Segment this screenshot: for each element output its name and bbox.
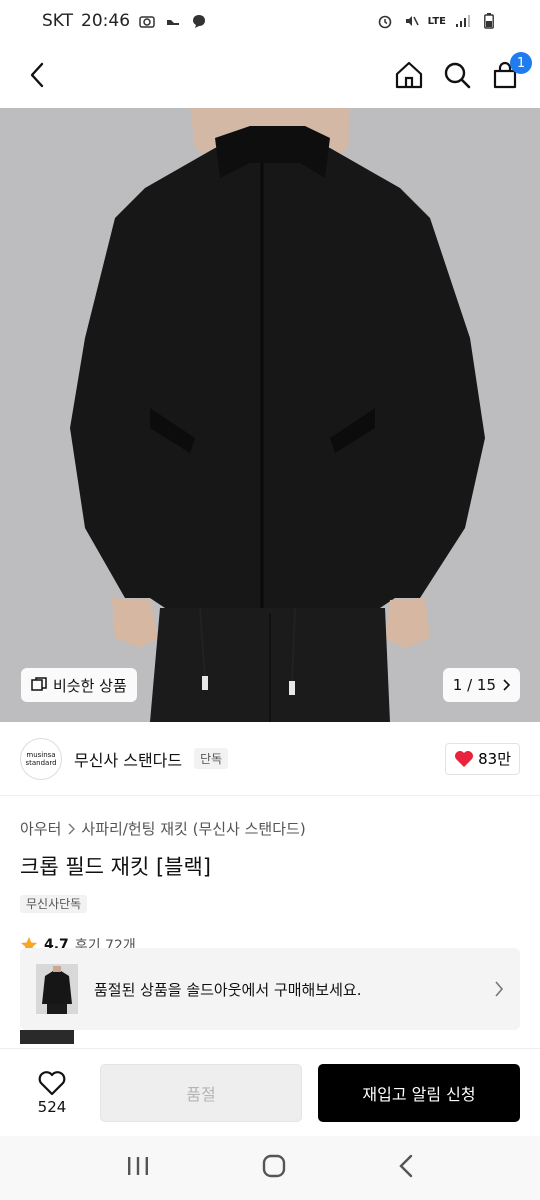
product-like-button[interactable]: 524 <box>20 1070 84 1116</box>
brand-row: musinsa standard 무신사 스탠다드 단독 83만 <box>0 722 540 796</box>
brand-name: 무신사 스탠다드 <box>74 750 183 770</box>
chevron-right-icon <box>503 679 510 691</box>
system-navigation-bar <box>0 1136 540 1200</box>
breadcrumb: 아우터 사파리/헌팅 재킷 (무신사 스탠다드) <box>20 818 306 839</box>
similar-products-label: 비슷한 상품 <box>53 676 127 695</box>
brand-like-button[interactable]: 83만 <box>445 742 520 775</box>
home-icon <box>395 61 423 89</box>
breadcrumb-category[interactable]: 아우터 <box>20 818 61 839</box>
status-left: SKT 20:46 <box>42 11 208 31</box>
chevron-left-icon <box>30 62 44 88</box>
brand-exclusive-tag: 단독 <box>194 748 229 769</box>
carrier-label: SKT <box>42 11 74 31</box>
image-pager-button[interactable]: 1 / 15 <box>442 668 520 702</box>
nav-actions: 1 <box>392 52 532 92</box>
exclusive-tag-wrap: 무신사단독 <box>20 893 88 913</box>
status-bar: SKT 20:46 LTE <box>0 0 540 42</box>
breadcrumb-subcategory[interactable]: 사파리/헌팅 재킷 (무신사 스탠다드) <box>81 818 305 839</box>
image-pager-label: 1 / 15 <box>452 676 496 694</box>
search-button[interactable] <box>440 58 474 92</box>
chevron-right-icon <box>495 981 504 997</box>
cart-button[interactable]: 1 <box>488 52 532 92</box>
status-right: LTE <box>376 12 498 30</box>
back-button[interactable] <box>20 58 54 92</box>
soldout-notice-card[interactable]: 품절된 상품을 솔드아웃에서 구매해보세요. <box>20 948 520 1030</box>
home-button[interactable] <box>392 58 426 92</box>
battery-icon <box>480 12 498 30</box>
product-image[interactable]: 비슷한 상품 1 / 15 <box>0 108 540 722</box>
network-type: LTE <box>427 15 446 27</box>
back-nav-button[interactable] <box>398 1154 414 1182</box>
product-title: 크롭 필드 재킷 [블랙] <box>20 855 211 879</box>
chevron-right-icon <box>68 823 76 834</box>
chat-icon <box>190 12 208 30</box>
jacket-photo <box>0 108 540 722</box>
camera-icon <box>138 12 156 30</box>
alarm-icon <box>376 12 394 30</box>
heart-outline-icon <box>38 1070 66 1095</box>
restock-alert-button[interactable]: 재입고 알림 신청 <box>318 1063 520 1122</box>
back-chevron-icon <box>399 1154 413 1178</box>
search-icon <box>444 62 471 89</box>
brand-logo: musinsa standard <box>20 737 62 780</box>
soldout-product-thumbnail <box>36 964 78 1014</box>
brand-info[interactable]: musinsa standard 무신사 스탠다드 단독 <box>20 737 229 780</box>
jacket-thumbnail <box>36 964 78 1014</box>
product-like-count: 524 <box>37 1097 67 1116</box>
brand-logo-line1: musinsa <box>26 750 56 759</box>
copy-icon <box>31 677 47 691</box>
clock-time: 20:46 <box>81 11 131 31</box>
review-thumbnail-peek <box>20 1030 74 1044</box>
bottom-action-bar: 524 품절 재입고 알림 신청 <box>0 1048 540 1136</box>
top-navigation: 1 <box>0 42 540 108</box>
recent-apps-button[interactable] <box>126 1155 150 1181</box>
cart-count-badge: 1 <box>510 52 532 74</box>
brand-like-count: 83만 <box>478 750 511 768</box>
soldout-notice-text: 품절된 상품을 솔드아웃에서 구매해보세요. <box>94 980 362 999</box>
brand-logo-line2: standard <box>25 758 57 767</box>
home-circle-icon <box>262 1154 286 1178</box>
soldout-button[interactable]: 품절 <box>100 1063 302 1122</box>
mute-icon <box>402 12 420 30</box>
sneaker-icon <box>164 12 182 30</box>
exclusive-tag: 무신사단독 <box>20 895 88 913</box>
recent-apps-icon <box>127 1157 148 1175</box>
heart-filled-icon <box>455 750 474 767</box>
home-nav-button[interactable] <box>261 1153 287 1183</box>
signal-icon <box>454 12 472 30</box>
similar-products-button[interactable]: 비슷한 상품 <box>21 668 137 702</box>
